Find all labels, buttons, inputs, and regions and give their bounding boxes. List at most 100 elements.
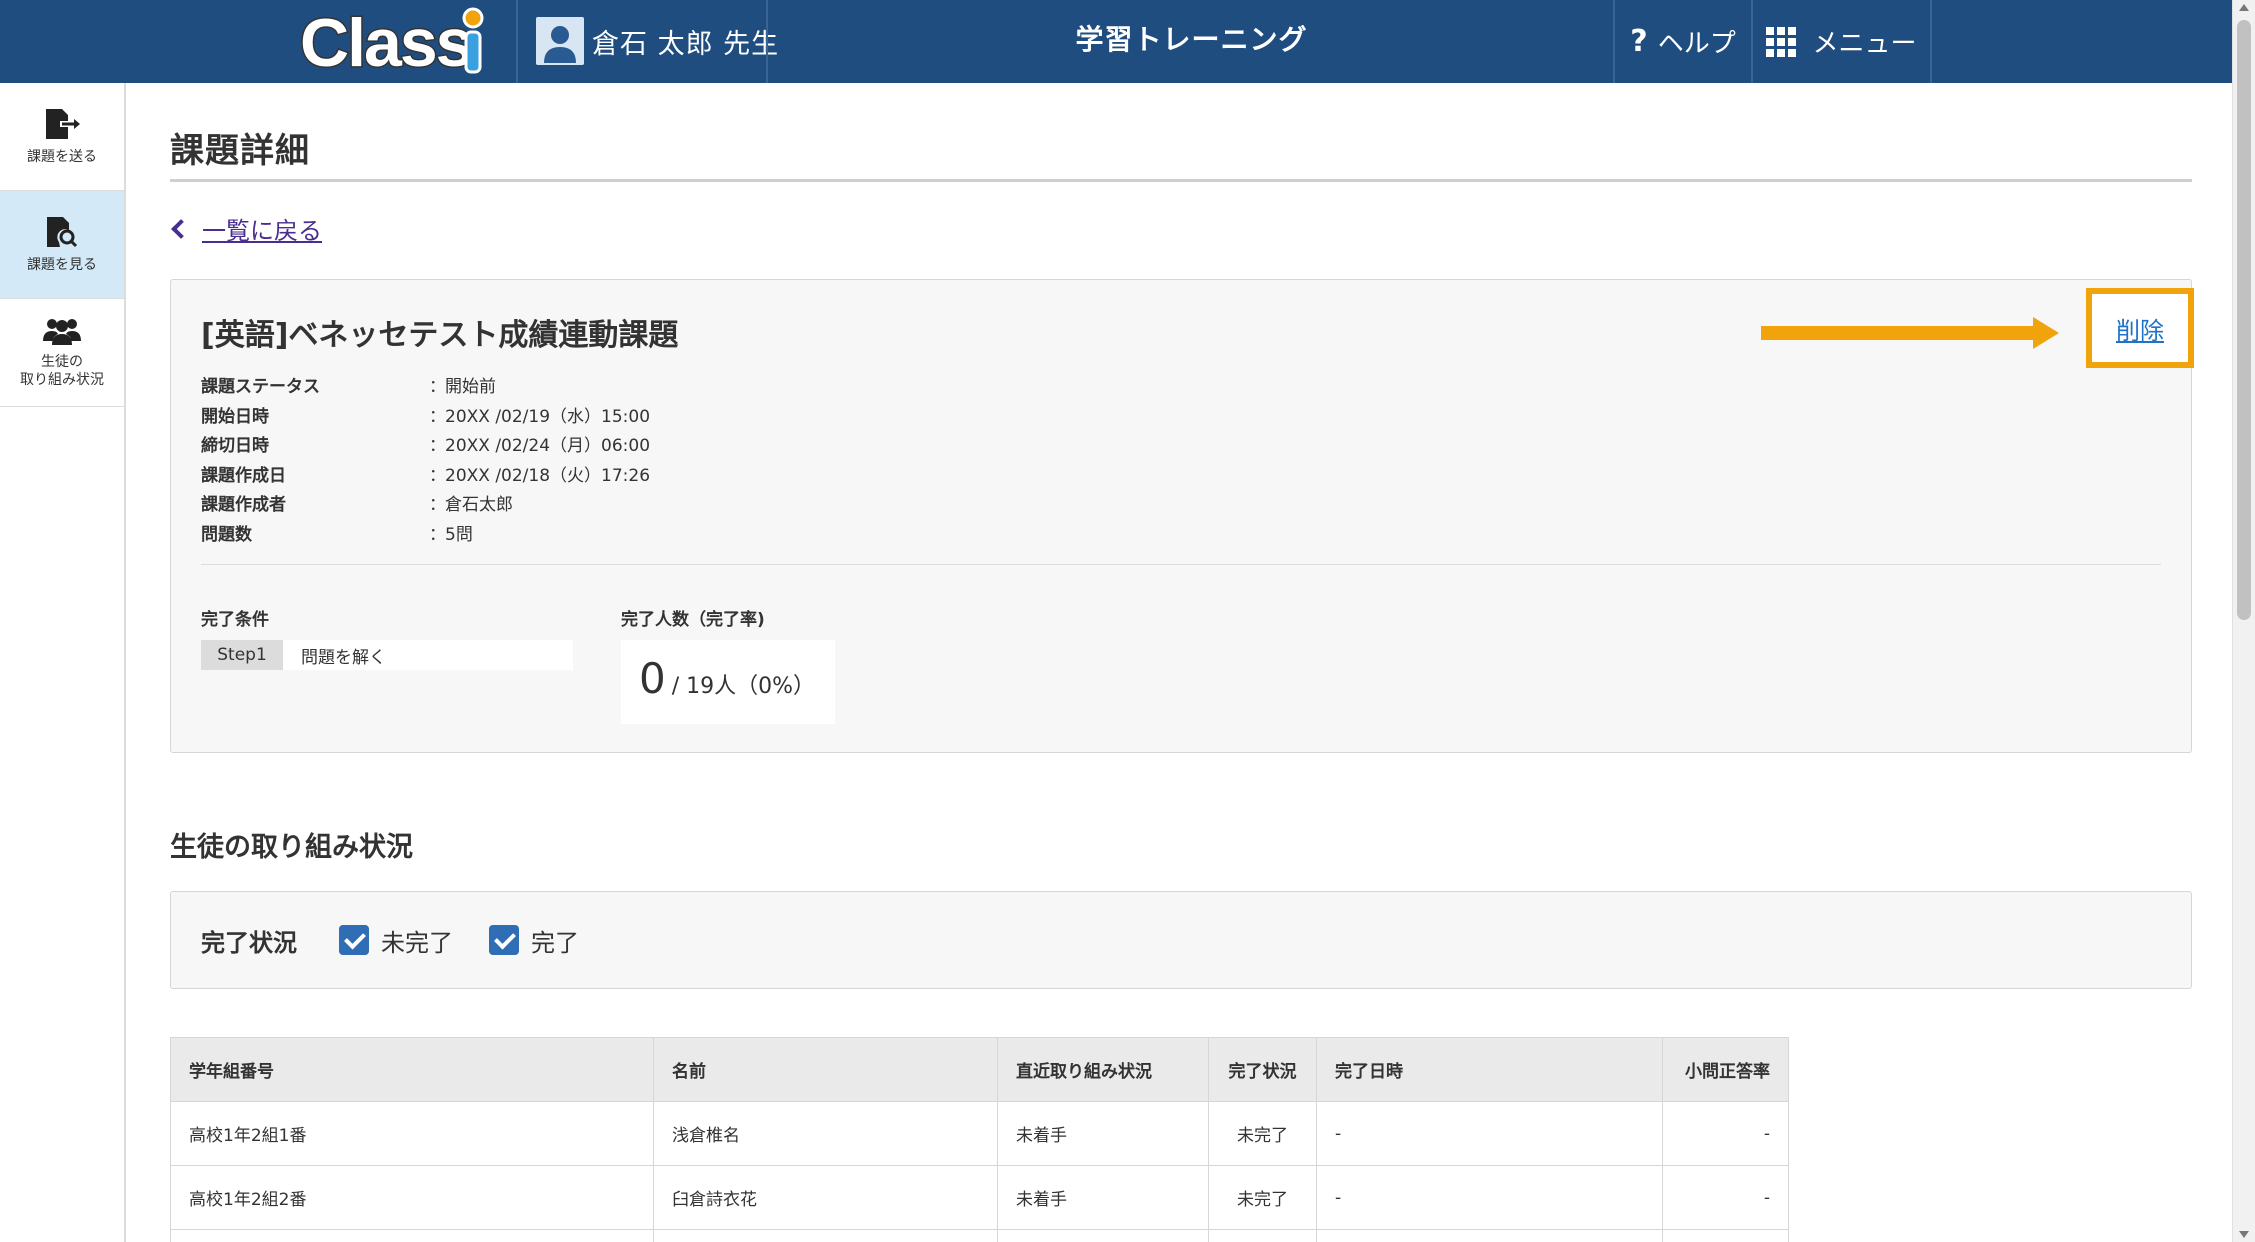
menu-button[interactable]: メニュー — [1753, 0, 1930, 83]
info-colon: ： — [429, 436, 446, 457]
scroll-down-arrow-icon[interactable] — [2239, 1231, 2249, 1238]
cell-completion-date: - — [1316, 1101, 1663, 1166]
info-label: 課題作成日 — [201, 465, 286, 486]
delete-highlight-box: 削除 — [2086, 288, 2194, 368]
checkbox-checked-icon[interactable] — [489, 925, 519, 955]
info-value: 20XX /02/18（火）17:26 — [445, 465, 651, 486]
filter-option-label: 完了 — [531, 928, 579, 957]
info-value: 開始前 — [445, 377, 496, 398]
cell-recent-activity: 未着手 — [997, 1101, 1209, 1166]
cell-completion-status — [1208, 1229, 1317, 1242]
completion-condition-label: 完了条件 — [201, 610, 269, 630]
back-to-list-link[interactable]: 一覧に戻る — [170, 211, 322, 246]
scrollbar-thumb[interactable] — [2237, 20, 2251, 620]
info-row-question-count: 問題数 ： 5問 — [201, 518, 650, 548]
page-scrollbar[interactable] — [2232, 0, 2255, 1242]
info-row-author: 課題作成者 ： 倉石太郎 — [201, 488, 650, 518]
sidebar-item-send-task[interactable]: 課題を送る — [0, 83, 124, 191]
student-status-section-title: 生徒の取り組み状況 — [170, 832, 413, 863]
completed-count: 0 — [639, 654, 666, 703]
info-value: 20XX /02/24（月）06:00 — [445, 436, 651, 457]
help-label: ヘルプ — [1657, 29, 1736, 59]
table-row[interactable]: 高校1年2組1番 浅倉椎名 未着手 未完了 - - — [170, 1101, 1789, 1166]
sidebar-label-line2: 取り組み状況 — [20, 371, 104, 388]
info-label: 問題数 — [201, 524, 252, 545]
task-info-list: 課題ステータス ： 開始前 開始日時 ： 20XX /02/19（水）15:00… — [201, 370, 650, 547]
students-group-icon — [43, 318, 81, 345]
header-separator — [516, 0, 518, 83]
completed-total: / 19人（0%） — [671, 674, 816, 699]
step-text: 問題を解く — [301, 647, 386, 668]
task-title: [英語]ベネッセテスト成績連動課題 — [201, 318, 679, 353]
app-title: 学習トレーニング — [1075, 23, 1308, 56]
info-row-start: 開始日時 ： 20XX /02/19（水）15:00 — [201, 400, 650, 430]
user-name: 倉石 太郎 先生 — [592, 28, 780, 60]
classi-logo[interactable]: Class — [298, 4, 498, 83]
send-document-icon — [46, 108, 80, 139]
info-label: 課題ステータス — [201, 377, 320, 398]
filter-label: 完了状況 — [201, 928, 297, 957]
cell-completion-date — [1316, 1229, 1663, 1242]
user-menu[interactable]: 倉石 太郎 先生 — [536, 16, 779, 66]
column-header[interactable]: 直近取り組み状況 — [997, 1037, 1209, 1102]
cell-student-name: 臼倉詩衣花 — [653, 1165, 998, 1230]
sidebar-item-label: 生徒の 取り組み状況 — [20, 353, 104, 389]
table-row[interactable] — [170, 1229, 1789, 1242]
annotation-arrow-shaft — [1761, 326, 2037, 340]
cell-recent-activity — [997, 1229, 1209, 1242]
info-value: 倉石太郎 — [445, 495, 513, 516]
completion-count-label: 完了人数（完了率) — [621, 610, 765, 630]
sidebar-item-view-task[interactable]: 課題を見る — [0, 191, 124, 299]
info-colon: ： — [429, 524, 446, 545]
filter-complete-checkbox[interactable]: 完了 — [489, 923, 579, 958]
info-colon: ： — [429, 465, 446, 486]
title-divider — [170, 179, 2192, 182]
info-row-created: 課題作成日 ： 20XX /02/18（火）17:26 — [201, 459, 650, 489]
cell-completion-date: - — [1316, 1165, 1663, 1230]
cell-completion-status: 未完了 — [1208, 1101, 1317, 1166]
help-button[interactable]: ? ヘルプ — [1615, 0, 1751, 83]
column-header[interactable]: 完了日時 — [1316, 1037, 1663, 1102]
header-separator — [1930, 0, 1932, 83]
grid-menu-icon — [1766, 26, 1797, 57]
table-row[interactable]: 高校1年2組2番 臼倉詩衣花 未着手 未完了 - - — [170, 1165, 1789, 1230]
info-colon: ： — [429, 406, 446, 427]
sidebar: 課題を送る 課題を見る 生徒の 取り組み状況 — [0, 83, 126, 1242]
delete-button[interactable]: 削除 — [2116, 311, 2164, 346]
student-status-table: 学年組番号 名前 直近取り組み状況 完了状況 完了日時 小問正答率 高校1年2組… — [170, 1037, 1789, 1242]
column-header[interactable]: 完了状況 — [1208, 1037, 1317, 1102]
back-link-text[interactable]: 一覧に戻る — [202, 211, 322, 246]
menu-label: メニュー — [1812, 29, 1917, 59]
sidebar-item-student-progress[interactable]: 生徒の 取り組み状況 — [0, 299, 124, 407]
cell-class-number: 高校1年2組2番 — [170, 1165, 654, 1230]
task-detail-panel: [英語]ベネッセテスト成績連動課題 削除 課題ステータス ： 開始前 開始日時 … — [170, 279, 2194, 753]
column-header[interactable]: 小問正答率 — [1662, 1037, 1789, 1102]
info-label: 締切日時 — [201, 436, 269, 457]
scroll-up-arrow-icon[interactable] — [2239, 4, 2249, 11]
annotation-arrow-icon — [2033, 317, 2059, 349]
cell-student-name: 浅倉椎名 — [653, 1101, 998, 1166]
info-label: 課題作成者 — [201, 495, 286, 516]
sidebar-item-label: 課題を送る — [27, 148, 97, 165]
filter-option-label: 未完了 — [381, 928, 453, 957]
info-value: 5問 — [445, 524, 473, 545]
table-header-row: 学年組番号 名前 直近取り組み状況 完了状況 完了日時 小問正答率 — [170, 1037, 1789, 1102]
completion-filter-panel: 完了状況 未完了 完了 — [170, 891, 2192, 989]
chevron-left-icon — [171, 218, 191, 239]
cell-student-name — [653, 1229, 998, 1242]
cell-accuracy: - — [1662, 1101, 1789, 1166]
info-colon: ： — [429, 377, 446, 398]
cell-class-number — [170, 1229, 654, 1242]
completion-step: Step1 問題を解く — [201, 640, 573, 670]
column-header[interactable]: 名前 — [653, 1037, 998, 1102]
checkbox-checked-icon[interactable] — [339, 925, 369, 955]
info-row-status: 課題ステータス ： 開始前 — [201, 370, 650, 400]
cell-accuracy: - — [1662, 1165, 1789, 1230]
cell-class-number: 高校1年2組1番 — [170, 1101, 654, 1166]
svg-text:Class: Class — [300, 5, 472, 80]
cell-accuracy — [1662, 1229, 1789, 1242]
step-tag: Step1 — [201, 640, 283, 670]
sidebar-label-line1: 生徒の — [41, 353, 83, 370]
column-header[interactable]: 学年組番号 — [170, 1037, 654, 1102]
filter-incomplete-checkbox[interactable]: 未完了 — [339, 923, 453, 958]
